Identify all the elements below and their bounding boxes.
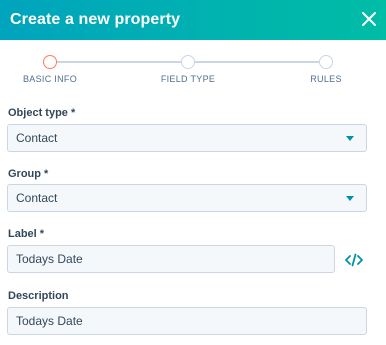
close-button[interactable] [358,8,380,30]
step-label-rules: RULES [310,74,342,84]
insert-token-button[interactable] [343,250,365,270]
step-label-basic-info: BASIC INFO [22,74,78,84]
modal-header: Create a new property [0,0,386,40]
object-type-select[interactable]: Contact [7,124,367,152]
group-value: Contact [16,191,58,205]
object-type-value: Contact [16,131,58,145]
description-input[interactable]: Todays Date [7,307,367,335]
description-label: Description [8,290,69,302]
code-icon [345,253,363,267]
step-circle-field-type [181,55,195,69]
object-type-label: Object type * [8,107,76,119]
group-select[interactable]: Contact [7,184,367,212]
chevron-down-icon [346,196,354,201]
step-connector [195,61,319,63]
label-input-value: Todays Date [16,252,83,266]
step-label-field-type: FIELD TYPE [160,74,216,84]
label-field-label: Label * [8,228,45,240]
step-connector [57,61,181,63]
step-circle-basic-info [43,55,57,69]
close-icon [362,12,376,26]
label-input[interactable]: Todays Date [7,245,335,273]
group-label: Group * [8,168,49,180]
modal-title: Create a new property [10,11,181,28]
progress-stepper: BASIC INFO FIELD TYPE RULES [0,50,386,90]
step-circle-rules [319,55,333,69]
chevron-down-icon [346,136,354,141]
description-input-value: Todays Date [16,314,83,328]
